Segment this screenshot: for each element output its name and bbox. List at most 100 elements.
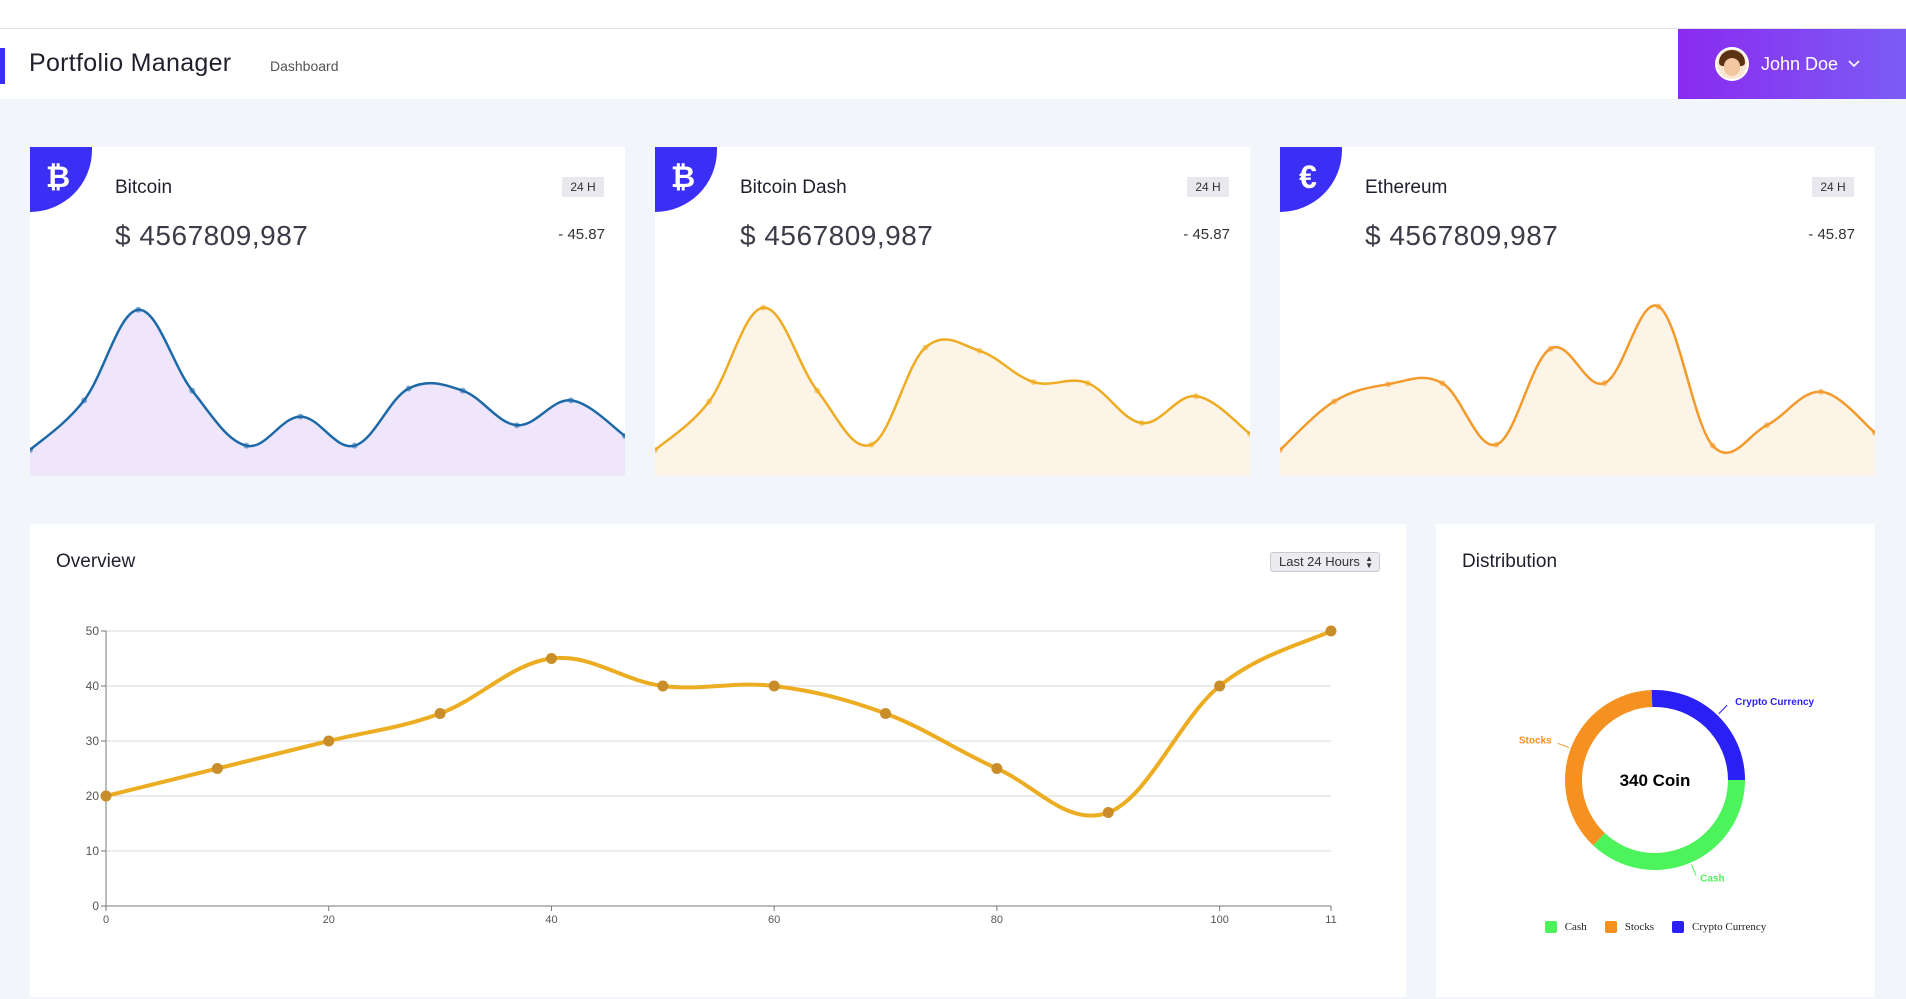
- data-point[interactable]: [1214, 680, 1226, 692]
- data-point[interactable]: [1102, 807, 1114, 818]
- x-tick-label: 20: [323, 914, 335, 926]
- sparkline-chart: [30, 306, 625, 476]
- app-header: Portfolio Manager Dashboard John Doe: [0, 29, 1906, 99]
- coin-card-bitcoin: ₿ Bitcoin $ 4567809,987 24 H - 45.87: [30, 147, 625, 476]
- coin-name: Ethereum: [1365, 177, 1448, 198]
- legend-item[interactable]: Crypto Currency: [1672, 921, 1766, 933]
- x-tick-label: 100: [1210, 914, 1228, 926]
- coin-name: Bitcoin: [115, 177, 173, 198]
- sparkline-point: [1709, 442, 1716, 449]
- slice-label-leader: [1690, 864, 1697, 876]
- overview-title: Overview: [56, 551, 136, 572]
- x-tick-label: 80: [991, 914, 1003, 926]
- bitcoin-icon: ₿: [30, 147, 92, 212]
- data-point[interactable]: [100, 790, 112, 802]
- slice-label-leader: [1557, 742, 1570, 749]
- y-tick-label: 30: [86, 734, 100, 748]
- slice-label: Stocks: [1519, 735, 1552, 746]
- data-point[interactable]: [1325, 625, 1337, 637]
- sparkline-chart: [1280, 303, 1875, 476]
- sparkline-point: [405, 385, 412, 392]
- sparkline-point: [922, 344, 929, 351]
- legend-item[interactable]: Stocks: [1604, 921, 1655, 933]
- coin-name: Bitcoin Dash: [740, 177, 847, 198]
- sparkline-area: [1280, 305, 1875, 476]
- sparkline-area: [30, 309, 625, 476]
- sparkline-point: [1763, 422, 1770, 429]
- coin-price: $ 4567809,987: [1365, 220, 1559, 251]
- legend-swatch: [1604, 921, 1617, 933]
- donut-slice[interactable]: [1651, 690, 1745, 780]
- euro-icon: €: [1280, 147, 1342, 212]
- y-tick-label: 0: [92, 899, 99, 913]
- legend-item[interactable]: Cash: [1544, 921, 1587, 933]
- sparkline-point: [706, 398, 713, 405]
- coin-card-bitcoin-dash: ₿ Bitcoin Dash $ 4567809,987 24 H - 45.8…: [655, 147, 1250, 476]
- sparkline-point: [1655, 303, 1662, 310]
- overview-panel: Overview Last 24 Hours ▲ ▼ 0 10 20 30 40 50 0 20…: [30, 524, 1406, 997]
- coin-change: - 45.87: [1808, 226, 1855, 243]
- data-point[interactable]: [768, 680, 780, 692]
- sparkline-point: [567, 397, 574, 404]
- coin-price: $ 4567809,987: [115, 220, 309, 251]
- y-tick-label: 10: [86, 844, 100, 858]
- data-point[interactable]: [323, 735, 335, 747]
- app-title: Portfolio Manager: [29, 49, 232, 77]
- chevron-down-icon: [1848, 60, 1860, 68]
- sparkline-point: [243, 442, 250, 449]
- x-tick-label: 40: [545, 914, 557, 926]
- legend-swatch: [1544, 921, 1557, 933]
- sparkline-point: [1493, 441, 1500, 448]
- slice-label-leader: [1718, 704, 1728, 715]
- y-tick-label: 50: [86, 624, 100, 638]
- sparkline-point: [513, 422, 520, 429]
- period-badge[interactable]: 24 H: [1187, 177, 1229, 197]
- donut-slice[interactable]: [1593, 780, 1745, 870]
- user-menu-button[interactable]: John Doe: [1678, 29, 1906, 99]
- sparkline-point: [814, 387, 821, 394]
- period-badge[interactable]: 24 H: [562, 177, 604, 197]
- breadcrumb[interactable]: Dashboard: [270, 58, 339, 74]
- slice-label: Crypto Currency: [1735, 697, 1814, 708]
- legend-label: Stocks: [1624, 921, 1655, 933]
- legend-label: Cash: [1564, 921, 1587, 933]
- bitcoin-icon: ₿: [655, 147, 717, 212]
- y-tick-label: 20: [86, 789, 100, 803]
- data-point[interactable]: [657, 680, 669, 692]
- series-line: [105, 629, 1332, 818]
- data-point[interactable]: [545, 653, 557, 664]
- y-tick-label: 40: [86, 679, 100, 693]
- sparkline-point: [1547, 345, 1554, 352]
- sparkline-point: [459, 387, 466, 394]
- overview-line-chart: 0 10 20 30 40 50 0 20 40 60 80 100 11: [86, 624, 1337, 926]
- sparkline-point: [297, 413, 304, 420]
- sparkline-chart: [655, 304, 1250, 476]
- sparkline-point: [1138, 420, 1145, 427]
- data-point[interactable]: [211, 763, 223, 774]
- x-tick-label: 11: [1325, 914, 1336, 926]
- coin-price: $ 4567809,987: [740, 220, 934, 251]
- sparkline-point: [760, 304, 767, 311]
- coin-card-ethereum: € Ethereum $ 4567809,987 24 H - 45.87: [1280, 147, 1875, 476]
- time-range-select[interactable]: Last 24 Hours ▲ ▼: [1270, 552, 1380, 572]
- top-strip: [0, 0, 1906, 29]
- sparkline-point: [1331, 398, 1338, 405]
- period-badge[interactable]: 24 H: [1812, 177, 1854, 197]
- legend-swatch: [1672, 921, 1685, 933]
- sparkline-point: [1084, 380, 1091, 387]
- data-point[interactable]: [991, 763, 1003, 774]
- data-point[interactable]: [434, 708, 446, 719]
- header-accent-bar: [0, 48, 5, 84]
- sparkline-point: [976, 347, 983, 354]
- sparkline-point: [189, 387, 196, 394]
- data-point[interactable]: [880, 708, 892, 719]
- legend-label: Crypto Currency: [1692, 921, 1767, 933]
- x-tick-label: 60: [768, 914, 780, 926]
- avatar: [1715, 47, 1749, 81]
- donut-slice[interactable]: [1565, 690, 1653, 846]
- sparkline-point: [868, 441, 875, 448]
- sparkline-point: [1385, 381, 1392, 388]
- sparkline-point: [1601, 380, 1608, 387]
- sparkline-point: [1817, 388, 1824, 395]
- chart-legend: Cash Stocks Crypto Currency: [1436, 921, 1875, 933]
